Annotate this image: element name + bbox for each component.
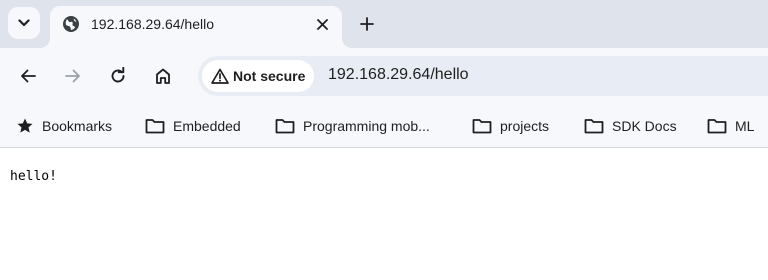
forward-button[interactable] xyxy=(59,62,87,90)
active-tab[interactable]: 192.168.29.64/hello xyxy=(40,6,352,48)
bookmark-folder-embedded[interactable]: Embedded xyxy=(145,113,241,139)
bookmark-label: Embedded xyxy=(173,118,241,134)
folder-icon xyxy=(472,119,492,134)
bookmark-label: ML xyxy=(735,118,755,134)
reload-icon xyxy=(111,67,125,83)
arrow-left-icon xyxy=(21,69,36,83)
security-chip[interactable]: Not secure xyxy=(202,60,314,92)
toolbar: Not secure 192.168.29.64/hello xyxy=(0,48,768,104)
folder-icon xyxy=(584,119,604,134)
bookmark-folder-programming[interactable]: Programming mob... xyxy=(275,113,430,139)
back-button[interactable] xyxy=(14,62,42,90)
globe-icon xyxy=(63,16,79,32)
folder-icon xyxy=(275,119,295,134)
warning-icon xyxy=(211,68,229,84)
folder-icon xyxy=(145,119,165,134)
bookmark-label: Bookmarks xyxy=(42,118,113,134)
page-body-text: hello! xyxy=(10,169,57,184)
star-icon xyxy=(17,118,33,133)
url-text[interactable]: 192.168.29.64/hello xyxy=(328,66,469,84)
chevron-down-icon xyxy=(18,19,30,27)
folder-icon xyxy=(707,119,727,134)
tab-search-button[interactable] xyxy=(8,7,40,39)
bookmark-folder-sdk-docs[interactable]: SDK Docs xyxy=(584,113,677,139)
address-bar[interactable]: Not secure 192.168.29.64/hello xyxy=(198,56,768,96)
bookmark-folder-projects[interactable]: projects xyxy=(472,113,549,139)
home-button[interactable] xyxy=(149,62,177,90)
bookmarks-menu-button[interactable]: Bookmarks xyxy=(16,113,112,139)
arrow-right-icon xyxy=(65,69,80,83)
tab-close-button[interactable] xyxy=(312,14,332,34)
tab-strip: 192.168.29.64/hello xyxy=(0,0,768,48)
reload-button[interactable] xyxy=(104,62,132,90)
bookmark-label: SDK Docs xyxy=(612,118,677,134)
bookmarks-bar: Bookmarks Embedded Programming mob... pr… xyxy=(0,104,768,148)
new-tab-button[interactable] xyxy=(355,12,379,36)
bookmark-label: projects xyxy=(500,118,550,134)
close-icon xyxy=(316,18,328,30)
security-label: Not secure xyxy=(233,68,306,84)
home-icon xyxy=(156,68,170,84)
page-content: hello! xyxy=(0,149,768,280)
bookmark-folder-ml[interactable]: ML xyxy=(707,113,754,139)
plus-icon xyxy=(360,17,374,31)
tab-title: 192.168.29.64/hello xyxy=(91,16,214,32)
bookmark-label: Programming mob... xyxy=(303,118,430,134)
